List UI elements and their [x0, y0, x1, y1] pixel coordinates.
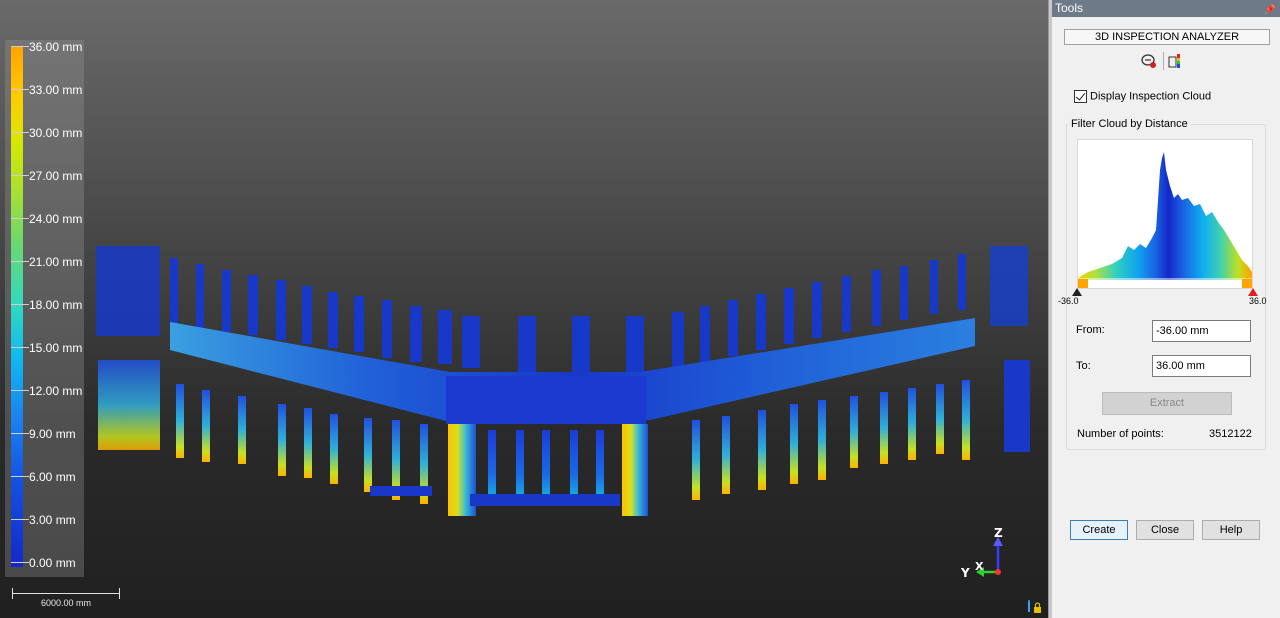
distance-histogram[interactable] — [1077, 139, 1253, 289]
axis-y-label: Y — [961, 566, 970, 580]
tools-panel-title: Tools — [1055, 1, 1084, 15]
legend-label: 15.00 mm — [29, 341, 83, 355]
display-cloud-label: Display Inspection Cloud — [1090, 90, 1212, 103]
legend-tick — [11, 562, 29, 563]
axis-x-label: X — [975, 560, 984, 573]
histogram-max-handle-icon[interactable] — [1248, 288, 1258, 296]
histogram-max-label: 36.0 — [1249, 296, 1267, 306]
histogram-plot — [1078, 152, 1252, 288]
legend-label: 21.00 mm — [29, 255, 83, 269]
legend-label: 30.00 mm — [29, 126, 83, 140]
icon-separator — [1163, 52, 1164, 70]
tool-icons — [1140, 52, 1190, 70]
legend-label: 3.00 mm — [29, 513, 76, 527]
tools-panel: Tools 📌 3D INSPECTION ANALYZER Display I… — [1052, 0, 1280, 618]
legend-tick — [11, 304, 29, 305]
inspection-settings-icon[interactable] — [1140, 53, 1158, 69]
legend-label: 36.00 mm — [29, 40, 83, 54]
legend-label: 9.00 mm — [29, 427, 76, 441]
scale-bar: 6000.00 mm — [12, 588, 120, 608]
3d-viewport[interactable]: 36.00 mm 33.00 mm 30.00 mm 27.00 mm 24.0… — [0, 0, 1048, 618]
legend-tick — [11, 46, 29, 47]
legend-label: 27.00 mm — [29, 169, 83, 183]
legend-label: 24.00 mm — [29, 212, 83, 226]
legend-label: 18.00 mm — [29, 298, 83, 312]
axis-z-label: Z — [994, 526, 1003, 540]
legend-tick — [11, 261, 29, 262]
legend-label: 0.00 mm — [29, 556, 76, 570]
from-input[interactable]: -36.00 mm — [1152, 320, 1251, 342]
color-map-icon[interactable] — [1168, 53, 1184, 69]
legend-label: 12.00 mm — [29, 384, 83, 398]
scale-line — [12, 593, 120, 594]
display-inspection-cloud-checkbox[interactable]: Display Inspection Cloud — [1074, 90, 1211, 104]
histogram-min-label: -36.0 — [1058, 296, 1079, 306]
legend-tick — [11, 89, 29, 90]
legend-tick — [11, 218, 29, 219]
legend-label: 6.00 mm — [29, 470, 76, 484]
histogram-min-handle-icon[interactable] — [1072, 288, 1082, 296]
point-cloud-scan[interactable] — [0, 0, 1048, 618]
help-button[interactable]: Help — [1202, 520, 1260, 540]
number-of-points-label: Number of points: — [1077, 428, 1164, 440]
legend-tick — [11, 347, 29, 348]
checkbox-checked[interactable] — [1074, 90, 1087, 103]
legend-label: 33.00 mm — [29, 83, 83, 97]
legend-color-bar — [11, 46, 23, 567]
from-label: From: — [1076, 324, 1105, 336]
axis-gizmo[interactable]: Z Y X — [958, 526, 1008, 582]
legend-tick — [11, 390, 29, 391]
info-lock-icon[interactable] — [1026, 600, 1042, 614]
to-label: To: — [1076, 360, 1091, 372]
number-of-points-value: 3512122 — [1209, 428, 1252, 440]
filter-group-title: Filter Cloud by Distance — [1068, 118, 1191, 130]
close-button[interactable]: Close — [1136, 520, 1194, 540]
scale-label: 6000.00 mm — [40, 598, 92, 608]
color-legend: 36.00 mm 33.00 mm 30.00 mm 27.00 mm 24.0… — [5, 40, 84, 577]
tools-panel-header: Tools 📌 — [1052, 0, 1280, 17]
to-input[interactable]: 36.00 mm — [1152, 355, 1251, 377]
legend-tick — [11, 433, 29, 434]
pin-icon[interactable]: 📌 — [1264, 2, 1276, 19]
legend-tick — [11, 175, 29, 176]
create-button[interactable]: Create — [1070, 520, 1128, 540]
analyzer-title: 3D INSPECTION ANALYZER — [1064, 29, 1270, 45]
extract-button[interactable]: Extract — [1102, 392, 1232, 415]
legend-tick — [11, 476, 29, 477]
legend-tick — [11, 519, 29, 520]
legend-tick — [11, 132, 29, 133]
